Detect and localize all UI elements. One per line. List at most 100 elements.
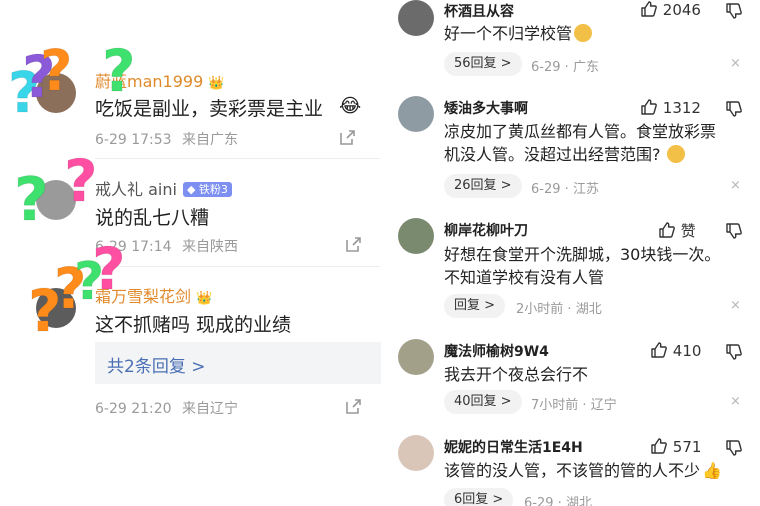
fan-badge-label: 铁粉3 xyxy=(198,183,228,196)
reply-button[interactable]: 回复 > xyxy=(444,294,506,318)
right-comment-panel: 杯酒且从容 2046 好一个不归学校管 56回复 > 6-29 · 广东 × 矮… xyxy=(390,0,760,506)
comment-meta: 6-29 · 广东 xyxy=(531,56,599,75)
comment-time: 6-29 17:53 xyxy=(95,132,172,148)
reply-button[interactable]: 26回复 > xyxy=(444,174,522,198)
share-icon[interactable] xyxy=(339,129,356,146)
like-button[interactable]: 410 xyxy=(650,341,701,360)
reply-button[interactable]: 56回复 > xyxy=(444,52,522,76)
thumb-up-icon xyxy=(651,342,667,358)
thumb-down-icon[interactable] xyxy=(725,343,743,361)
comment-text: 该管的没人管，不该管的管的人不少 👍 xyxy=(444,459,722,482)
question-mark-icon: ? xyxy=(39,39,73,104)
like-count: 2046 xyxy=(662,1,701,19)
author-name[interactable]: 戒人礼 aini xyxy=(95,180,177,199)
sleepy-face-emoji-icon xyxy=(666,145,685,163)
thumb-up-icon xyxy=(651,438,667,454)
question-mark-icon: ? xyxy=(64,147,99,215)
comment-meta: 6-29 · 江苏 xyxy=(531,178,599,197)
avatar[interactable] xyxy=(398,0,434,36)
comment-source: 来自陕西 xyxy=(182,239,239,255)
comment-text: 说的乱七八糟 xyxy=(95,207,210,229)
like-count: 410 xyxy=(672,342,702,360)
divider xyxy=(95,266,380,267)
comment-meta: 7小时前 · 辽宁 xyxy=(531,394,617,413)
share-icon[interactable] xyxy=(345,236,362,253)
laughing-crying-emoji-icon: 😂 xyxy=(339,95,362,117)
reply-button[interactable]: 40回复 > xyxy=(444,390,522,414)
comment-meta: 6-29 · 湖北 xyxy=(524,492,592,506)
share-icon[interactable] xyxy=(345,398,362,415)
crown-icon: 👑 xyxy=(208,76,225,91)
comment-line-text: 机没人管。没超过出经营范围? xyxy=(444,145,661,164)
comment-line: 不知道学校有没有人管 xyxy=(444,268,605,287)
more-replies-label[interactable]: 共2条回复 > xyxy=(107,352,205,377)
comment-text: 凉皮加了黄瓜丝都有人管。食堂放彩票 机没人管。没超过出经营范围? xyxy=(444,120,716,166)
like-button[interactable]: 571 xyxy=(650,437,701,456)
comment-line: 好一个不归学校管 xyxy=(444,24,573,43)
author-name[interactable]: 妮妮的日常生活1E4H xyxy=(444,437,583,457)
cat-emoji-icon xyxy=(574,24,593,42)
comment-meta: 6-29 17:53 来自广东 xyxy=(95,129,238,149)
comment-time: 6-29 21:20 xyxy=(95,401,172,417)
thumb-down-icon[interactable] xyxy=(725,100,743,118)
comment-location: 湖北 xyxy=(575,302,602,317)
question-mark-icon: ? xyxy=(14,165,50,235)
comment-location: 辽宁 xyxy=(590,398,617,413)
comment-text: 我去开个夜总会行不 xyxy=(444,363,588,386)
comment-location: 湖北 xyxy=(565,496,592,506)
avatar[interactable] xyxy=(398,96,434,132)
close-icon[interactable]: × xyxy=(730,178,741,193)
avatar[interactable] xyxy=(398,435,434,471)
comment-location: 广东 xyxy=(572,60,599,75)
more-replies-button[interactable]: 共2条回复 > xyxy=(95,342,381,384)
thumb-up-icon xyxy=(641,1,657,17)
avatar[interactable] xyxy=(398,339,434,375)
comment-line: 我去开个夜总会行不 xyxy=(444,365,589,384)
crown-icon: 👑 xyxy=(196,291,213,306)
meta-separator: · xyxy=(557,496,562,506)
comment-time: 6-29 xyxy=(531,182,561,197)
meta-separator: · xyxy=(564,182,569,197)
comment-source: 来自广东 xyxy=(182,132,239,148)
thumb-down-icon[interactable] xyxy=(725,2,743,20)
reply-button[interactable]: 6回复 > xyxy=(444,488,514,506)
avatar[interactable] xyxy=(398,218,434,254)
comment-line: 该管的没人管，不该管的管的人不少 xyxy=(444,461,701,480)
comment-line: 凉皮加了黄瓜丝都有人管。食堂放彩票 xyxy=(444,122,717,141)
divider xyxy=(95,158,380,159)
comment-line: 好想在食堂开个洗脚城，30块钱一次。 xyxy=(444,245,721,264)
author-name[interactable]: 魔法师榆树9W4 xyxy=(444,341,549,361)
thumb-down-icon[interactable] xyxy=(725,222,743,240)
comment-time: 6-29 xyxy=(524,496,554,506)
close-icon[interactable]: × xyxy=(730,394,741,409)
like-button[interactable]: 2046 xyxy=(640,0,701,19)
like-count: 571 xyxy=(672,438,702,456)
close-icon[interactable]: × xyxy=(730,298,741,313)
author-name[interactable]: 柳岸花柳叶刀 xyxy=(444,220,528,240)
comment-author[interactable]: 戒人礼 aini ◆ 铁粉3 xyxy=(95,176,232,200)
question-mark-icon: ? xyxy=(102,37,137,105)
comment-time: 7小时前 xyxy=(531,398,579,413)
author-name[interactable]: 矮油多大事啊 xyxy=(444,98,528,118)
like-button[interactable]: 1312 xyxy=(640,98,701,117)
like-count: 1312 xyxy=(662,99,701,117)
fan-badge: ◆ 铁粉3 xyxy=(182,182,232,197)
like-count: 赞 xyxy=(680,222,696,240)
like-button[interactable]: 赞 xyxy=(658,220,696,241)
comment-line: 机没人管。没超过出经营范围? xyxy=(444,143,716,166)
comment-location: 江苏 xyxy=(572,182,599,197)
comment-time: 6-29 xyxy=(531,60,561,75)
question-mark-icon: ? xyxy=(92,235,127,303)
comment-source: 来自辽宁 xyxy=(182,401,239,417)
thumb-up-icon xyxy=(659,222,675,238)
left-comment-panel: 蔚蓝man1999 👑 吃饭是副业，卖彩票是主业 😂 6-29 17:53 来自广… xyxy=(0,0,390,506)
comment-text: 这不抓赌吗 现成的业绩 xyxy=(95,314,292,336)
meta-separator: · xyxy=(582,398,587,413)
comment-meta: 2小时前 · 湖北 xyxy=(516,298,602,317)
thumb-down-icon[interactable] xyxy=(725,439,743,457)
comment-text: 好一个不归学校管 xyxy=(444,22,593,45)
comment-meta: 6-29 21:20 来自辽宁 xyxy=(95,398,238,418)
thumb-up-icon xyxy=(641,99,657,115)
close-icon[interactable]: × xyxy=(730,56,741,71)
author-name[interactable]: 杯酒且从容 xyxy=(444,1,514,21)
